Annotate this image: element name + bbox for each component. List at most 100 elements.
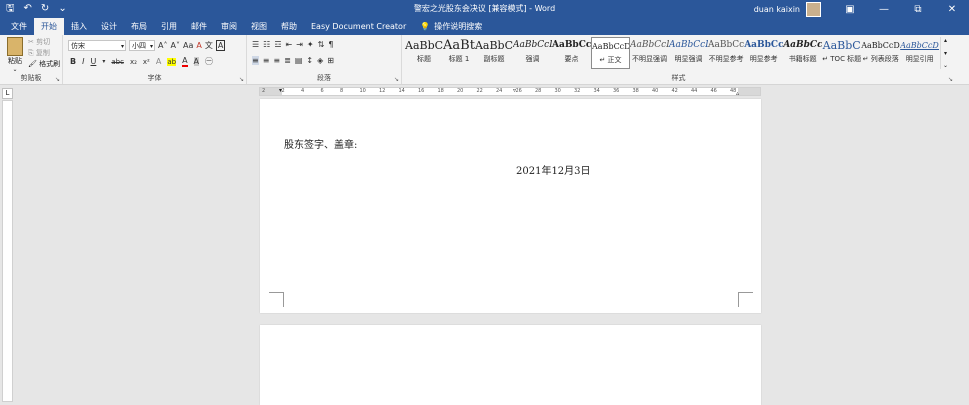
dialog-launcher-icon[interactable]: ↘: [55, 76, 60, 83]
ribbon-display-options-icon[interactable]: ▣: [833, 4, 867, 15]
dialog-launcher-icon[interactable]: ↘: [948, 76, 953, 83]
style-heading-1[interactable]: AaBt 标题 1: [443, 37, 475, 69]
dialog-launcher-icon[interactable]: ↘: [239, 76, 244, 83]
cut-button[interactable]: ✂ 剪切: [28, 37, 50, 47]
borders-icon[interactable]: ⊞: [327, 56, 334, 65]
restore-button[interactable]: ⧉: [901, 4, 935, 15]
style-preview: AaBbCcDc: [900, 41, 940, 50]
tab-easy-document-creator[interactable]: Easy Document Creator: [304, 18, 413, 35]
dialog-launcher-icon[interactable]: ↘: [394, 76, 399, 83]
distributed-icon[interactable]: ▤: [295, 56, 303, 65]
character-shading-button[interactable]: A: [193, 57, 200, 66]
ruler-tick-label: 8: [340, 88, 344, 94]
avatar[interactable]: [806, 1, 821, 17]
shading-icon[interactable]: ◈: [317, 56, 323, 65]
horizontal-ruler[interactable]: ▾ ▿ ▵ 2 2 4 6 8 10 12 14 16 18 20 22 24 26 28 30 32 34 36 3…: [259, 87, 761, 97]
tab-review[interactable]: 审阅: [214, 18, 244, 35]
italic-button[interactable]: I: [82, 57, 84, 66]
highlight-button[interactable]: ab: [167, 57, 177, 66]
style-toc-heading[interactable]: AaBbC ↵ TOC 标题: [822, 37, 861, 69]
show-hide-marks-icon[interactable]: ¶: [328, 40, 333, 49]
style-title[interactable]: AaBbC 标题: [405, 37, 443, 69]
style-strong[interactable]: AaBbCcl 要点: [552, 37, 591, 69]
style-intense-reference[interactable]: AaBbCc 明显参考: [744, 37, 783, 69]
decrease-indent-icon[interactable]: ⇤: [286, 40, 293, 49]
date-line[interactable]: 2021年12月3日: [516, 162, 591, 177]
style-subtitle[interactable]: AaBbC 副标题: [475, 37, 513, 69]
tab-design[interactable]: 设计: [94, 18, 124, 35]
sort-icon[interactable]: ⇅: [318, 40, 325, 49]
paragraph-group: ☰ ☷ ☲ ⇤ ⇥ ✦ ⇅ ¶ ≡ ≡ ≡ ≣ ▤ ↕ ◈ ⊞ 段落 ↘: [247, 35, 402, 84]
shrink-font-icon[interactable]: A˅: [170, 41, 179, 50]
bold-button[interactable]: B: [70, 57, 76, 66]
ribbon: 粘贴 ⌄ ✂ 剪切 ⎘ 复制 🖌 格式刷 剪贴板 ↘ 仿宋 ▾ 小四 ▾ A˄ A˅…: [0, 35, 969, 85]
tab-selector[interactable]: L: [2, 88, 13, 99]
clear-formatting-icon[interactable]: A: [196, 41, 201, 50]
right-indent-icon[interactable]: ▵: [736, 90, 739, 97]
tab-mailings[interactable]: 邮件: [184, 18, 214, 35]
ruler-tick-label: 26: [515, 88, 522, 94]
tab-file[interactable]: 文件: [4, 18, 34, 35]
strikethrough-button[interactable]: abc: [111, 58, 124, 66]
style-subtle-reference[interactable]: AaBbCc 不明显参考: [708, 37, 744, 69]
style-intense-quote[interactable]: AaBbCcDc 明显引用: [900, 37, 939, 69]
style-subtle-emphasis[interactable]: AaBbCcL 不明显强调: [630, 37, 669, 69]
tab-insert[interactable]: 插入: [64, 18, 94, 35]
font-size-select[interactable]: 小四 ▾: [129, 40, 155, 51]
line-spacing-icon[interactable]: ↕: [306, 56, 313, 65]
align-right-icon[interactable]: ≡: [273, 56, 280, 65]
font-name-select[interactable]: 仿宋 ▾: [68, 40, 126, 51]
text-effects-button[interactable]: A: [156, 57, 161, 66]
style-normal[interactable]: AaBbCcDc ↵ 正文: [591, 37, 631, 69]
tab-view[interactable]: 视图: [244, 18, 274, 35]
tell-me-search[interactable]: 💡 操作说明搜索: [413, 18, 489, 35]
change-case-icon[interactable]: Aa: [183, 41, 193, 50]
grow-font-icon[interactable]: A˄: [158, 41, 167, 50]
style-book-title[interactable]: AaBbCc 书籍标题: [783, 37, 822, 69]
subscript-button[interactable]: x₂: [130, 58, 137, 66]
paste-button[interactable]: 粘贴 ⌄: [4, 37, 26, 73]
superscript-button[interactable]: x²: [143, 58, 150, 66]
enclose-character-icon[interactable]: ㊀: [205, 56, 213, 67]
chinese-layout-icon[interactable]: ✦: [307, 40, 314, 49]
character-border-icon[interactable]: A: [215, 40, 226, 51]
format-painter-button[interactable]: 🖌 格式刷: [28, 59, 60, 69]
numbering-icon[interactable]: ☷: [263, 40, 270, 49]
paragraph-group-label: 段落: [317, 74, 331, 82]
style-preview: AaBbCcL: [669, 40, 709, 50]
phonetic-guide-icon[interactable]: 文: [205, 40, 213, 51]
ruler-tick-label: 20: [457, 88, 464, 94]
tab-layout[interactable]: 布局: [124, 18, 154, 35]
align-left-icon[interactable]: ≡: [252, 56, 259, 65]
style-intense-emphasis[interactable]: AaBbCcL 明显强调: [669, 37, 708, 69]
tab-references[interactable]: 引用: [154, 18, 184, 35]
user-name[interactable]: duan kaixin: [754, 5, 800, 14]
close-button[interactable]: ✕: [935, 4, 969, 15]
style-list-paragraph[interactable]: AaBbCcDc ↵ 列表段落: [861, 37, 900, 69]
justify-icon[interactable]: ≣: [284, 56, 291, 65]
font-color-button[interactable]: A: [182, 56, 188, 67]
signature-line[interactable]: 股东签字、盖章:: [284, 136, 357, 151]
copy-button[interactable]: ⎘ 复制: [28, 48, 50, 58]
align-center-icon[interactable]: ≡: [263, 56, 270, 65]
ruler-tick-label: 30: [554, 88, 561, 94]
more-icon[interactable]: ⌄: [941, 62, 950, 69]
ruler-tick-label: 48: [730, 88, 737, 94]
style-emphasis[interactable]: AaBbCcL 强调: [513, 37, 552, 69]
chevron-up-icon[interactable]: ▴: [941, 37, 950, 44]
document-page[interactable]: 股东签字、盖章: 2021年12月3日: [260, 99, 761, 313]
ruler-tick-label: 12: [379, 88, 386, 94]
tab-home[interactable]: 开始: [34, 18, 64, 35]
bullets-icon[interactable]: ☰: [252, 40, 259, 49]
minimize-button[interactable]: —: [867, 4, 901, 15]
document-page[interactable]: [260, 325, 761, 405]
right-margin-area: [738, 88, 760, 95]
chevron-down-icon[interactable]: ▾: [102, 58, 105, 65]
underline-button[interactable]: U: [90, 57, 96, 66]
multilevel-list-icon[interactable]: ☲: [274, 40, 281, 49]
chevron-down-icon[interactable]: ▾: [941, 50, 950, 57]
increase-indent-icon[interactable]: ⇥: [296, 40, 303, 49]
tab-help[interactable]: 帮助: [274, 18, 304, 35]
ruler-tick-label: 10: [359, 88, 366, 94]
vertical-ruler-strip[interactable]: [2, 100, 13, 402]
